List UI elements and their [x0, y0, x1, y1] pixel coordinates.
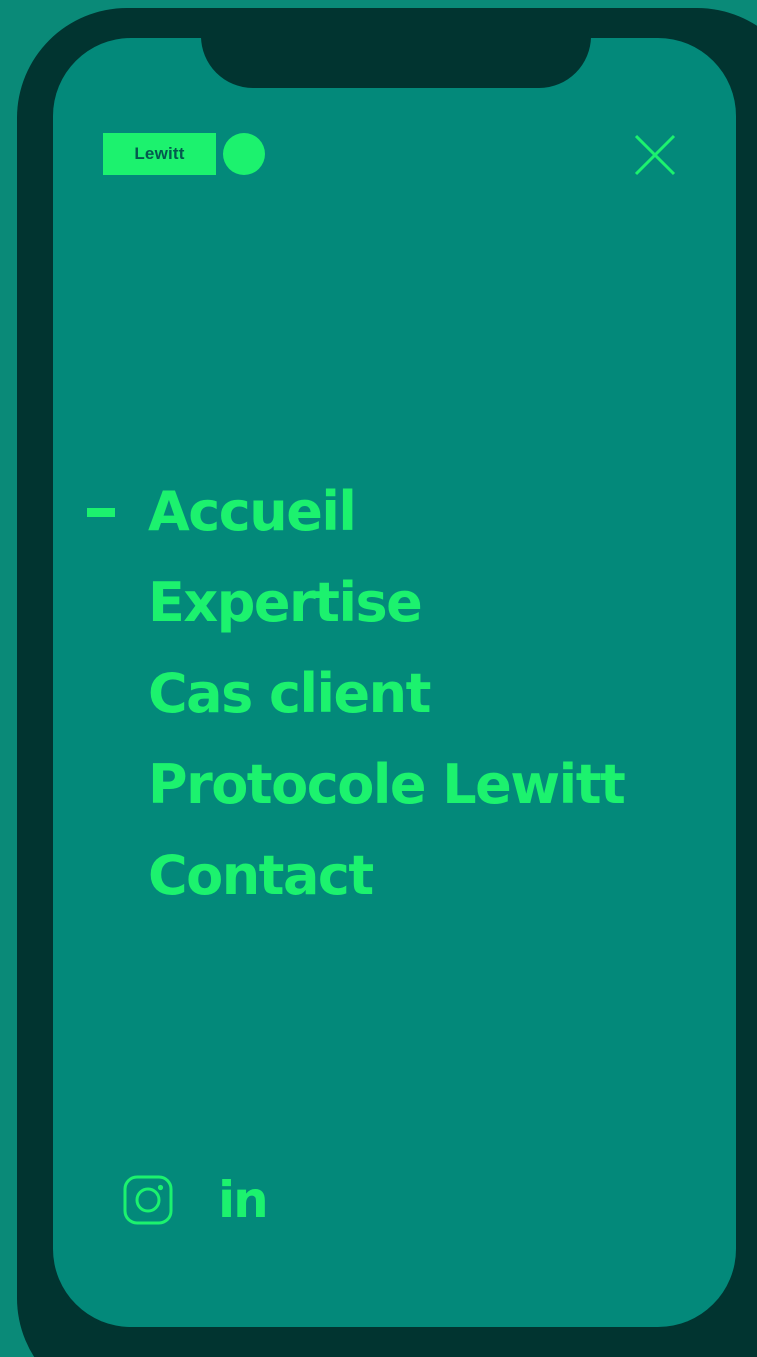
menu-item-cas-client[interactable]: Cas client	[53, 648, 736, 739]
active-indicator	[87, 508, 115, 517]
instagram-icon	[123, 1175, 173, 1225]
logo-dot	[223, 133, 265, 175]
social-links: in	[123, 1173, 269, 1227]
instagram-link[interactable]	[123, 1175, 173, 1225]
logo-text: Lewitt	[103, 133, 216, 175]
menu-item-label: Contact	[148, 844, 374, 907]
menu-item-label: Cas client	[148, 662, 431, 725]
mobile-menu-screen: Lewitt Accueil Expertise Cas client Prot…	[53, 38, 736, 1327]
menu-item-label: Accueil	[148, 480, 357, 543]
menu-item-contact[interactable]: Contact	[53, 830, 736, 921]
logo[interactable]: Lewitt	[103, 133, 265, 175]
menu-item-protocole-lewitt[interactable]: Protocole Lewitt	[53, 739, 736, 830]
main-navigation: Accueil Expertise Cas client Protocole L…	[53, 466, 736, 921]
close-button[interactable]	[633, 133, 677, 177]
page: Lewitt Accueil Expertise Cas client Prot…	[0, 0, 757, 1357]
menu-item-expertise[interactable]: Expertise	[53, 557, 736, 648]
menu-item-label: Expertise	[148, 571, 423, 634]
phone-notch	[201, 38, 591, 88]
menu-item-accueil[interactable]: Accueil	[53, 466, 736, 557]
close-icon	[634, 134, 676, 176]
menu-item-label: Protocole Lewitt	[148, 753, 626, 816]
linkedin-icon[interactable]: in	[218, 1173, 269, 1227]
